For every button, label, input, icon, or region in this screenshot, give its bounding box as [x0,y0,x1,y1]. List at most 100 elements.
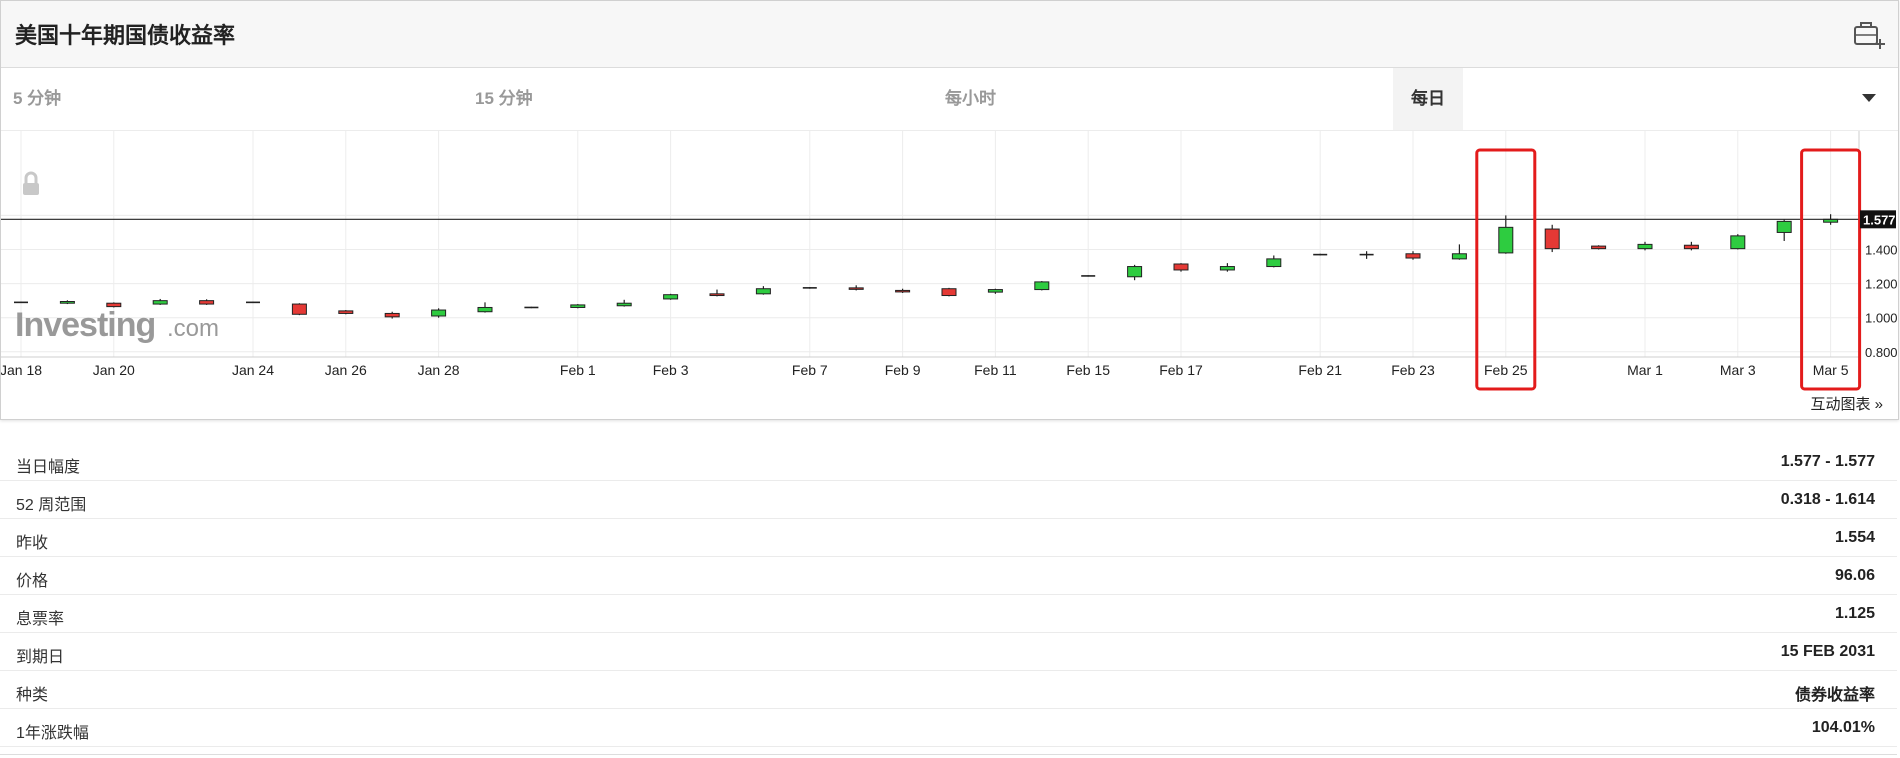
watermark-suffix: .com [167,315,219,342]
candle-body [1127,266,1143,278]
chart-widget: 美国十年期国债收益率 5 分钟 15 分钟 每小时 每日 Investing .… [0,0,1899,420]
timeframe-tabs: 5 分钟 15 分钟 每小时 每日 [1,68,1898,131]
candle-body [895,289,911,293]
candle [14,301,28,304]
x-tick-label: Mar 5 [1813,362,1849,378]
tab-daily[interactable]: 每日 [1393,68,1463,130]
candle [524,306,539,309]
candle-body [384,312,400,318]
stat-value: 96.06 [1834,567,1875,584]
candlestick-chart: Investing .com 1.400 1.200 1.000 0.800 1.577… [0,131,1898,419]
tab-hourly[interactable]: 每小时 [945,68,996,130]
candle [152,298,168,305]
candle [1266,255,1282,268]
divider [0,754,1897,755]
stat-value: 1.577 - 1.577 [1780,453,1875,470]
candle [199,299,215,305]
stat-label: 1年涨跌幅 [16,725,89,742]
candle [246,301,260,304]
table-row: 1年涨跌幅 104.01% [0,709,1897,747]
table-row: 52 周范围 0.318 - 1.614 [0,481,1897,519]
candle-body [1637,243,1653,250]
candle [477,302,493,313]
x-tick-label: Feb 17 [1159,362,1203,378]
candle-body [106,302,122,308]
candle [802,287,817,289]
candle-body [1451,253,1467,260]
x-tick-label: Mar 3 [1720,362,1756,378]
candle [1683,241,1699,251]
candle [1544,224,1560,253]
candle-body [338,310,354,314]
y-tick-label: 0.800 [1865,345,1898,360]
candle [1730,234,1746,250]
x-tick-label: Jan 18 [1,362,42,378]
candle-body [570,304,586,308]
y-tick-label: 1.000 [1865,311,1898,326]
candle-body [616,302,632,307]
candle-body [1730,235,1746,250]
candle [1359,251,1374,259]
candle-body [1034,281,1050,291]
widget-header: 美国十年期国债收益率 [1,1,1898,68]
stats-table: 当日幅度 1.577 - 1.577 52 周范围 0.318 - 1.614 昨收… [0,443,1897,747]
candle [1081,275,1096,277]
interactive-chart-link[interactable]: 互动图表 » [1810,396,1883,413]
x-tick-label: Feb 21 [1298,362,1342,378]
stat-label: 当日幅度 [16,459,81,476]
candle [570,304,586,309]
candle-body [477,306,493,313]
candle [1637,241,1653,251]
briefcase-plus-icon[interactable] [1852,17,1886,51]
candle-body [199,300,215,305]
x-tick-label: Feb 23 [1391,362,1435,378]
stat-value: 104.01% [1811,719,1875,736]
tab-15min[interactable]: 15 分钟 [475,68,533,130]
candle [1313,253,1328,256]
stat-value: 1.125 [1834,605,1875,622]
candle-body [941,288,957,297]
x-tick-label: Jan 24 [232,362,274,378]
page-title: 美国十年期国债收益率 [15,23,236,48]
stat-label: 昨收 [16,535,49,552]
candle-body [1219,266,1235,271]
candle [1127,264,1143,281]
table-row: 种类 债券收益率 [0,671,1897,709]
candle-body [1173,263,1189,271]
stat-value: 0.318 - 1.614 [1780,491,1875,508]
lock-icon [23,171,39,195]
candle [987,288,1003,294]
candle-body [59,301,75,304]
x-tick-label: Feb 1 [560,362,596,378]
candle [616,299,632,307]
candle [848,285,864,291]
x-tick-label: Feb 3 [653,362,689,378]
candle [1776,219,1792,241]
stat-label: 到期日 [16,649,65,666]
x-tick-label: Jan 26 [325,362,367,378]
stat-value: 15 FEB 2031 [1780,643,1875,660]
candle-body [709,293,725,297]
stat-label: 种类 [16,687,49,704]
chevron-down-icon[interactable] [1862,94,1876,102]
table-row: 息票率 1.125 [0,595,1897,633]
candle [1219,263,1235,272]
candle [338,310,354,315]
candle [106,302,122,308]
tab-5min[interactable]: 5 分钟 [13,68,61,130]
candle [1173,263,1189,272]
x-tick-label: Feb 25 [1484,362,1528,378]
candle [431,308,447,318]
stat-label: 价格 [16,573,49,590]
stat-label: 52 周范围 [16,497,87,514]
candle [1498,215,1514,254]
candle-body [1591,245,1607,250]
candle-body [1544,228,1560,250]
current-price-label: 1.577 [1863,212,1896,227]
table-row: 价格 96.06 [0,557,1897,595]
candle [1591,245,1607,250]
x-tick-label: Jan 28 [418,362,460,378]
candle-body [1405,253,1421,259]
candle [709,289,725,297]
candle-body [431,309,447,317]
